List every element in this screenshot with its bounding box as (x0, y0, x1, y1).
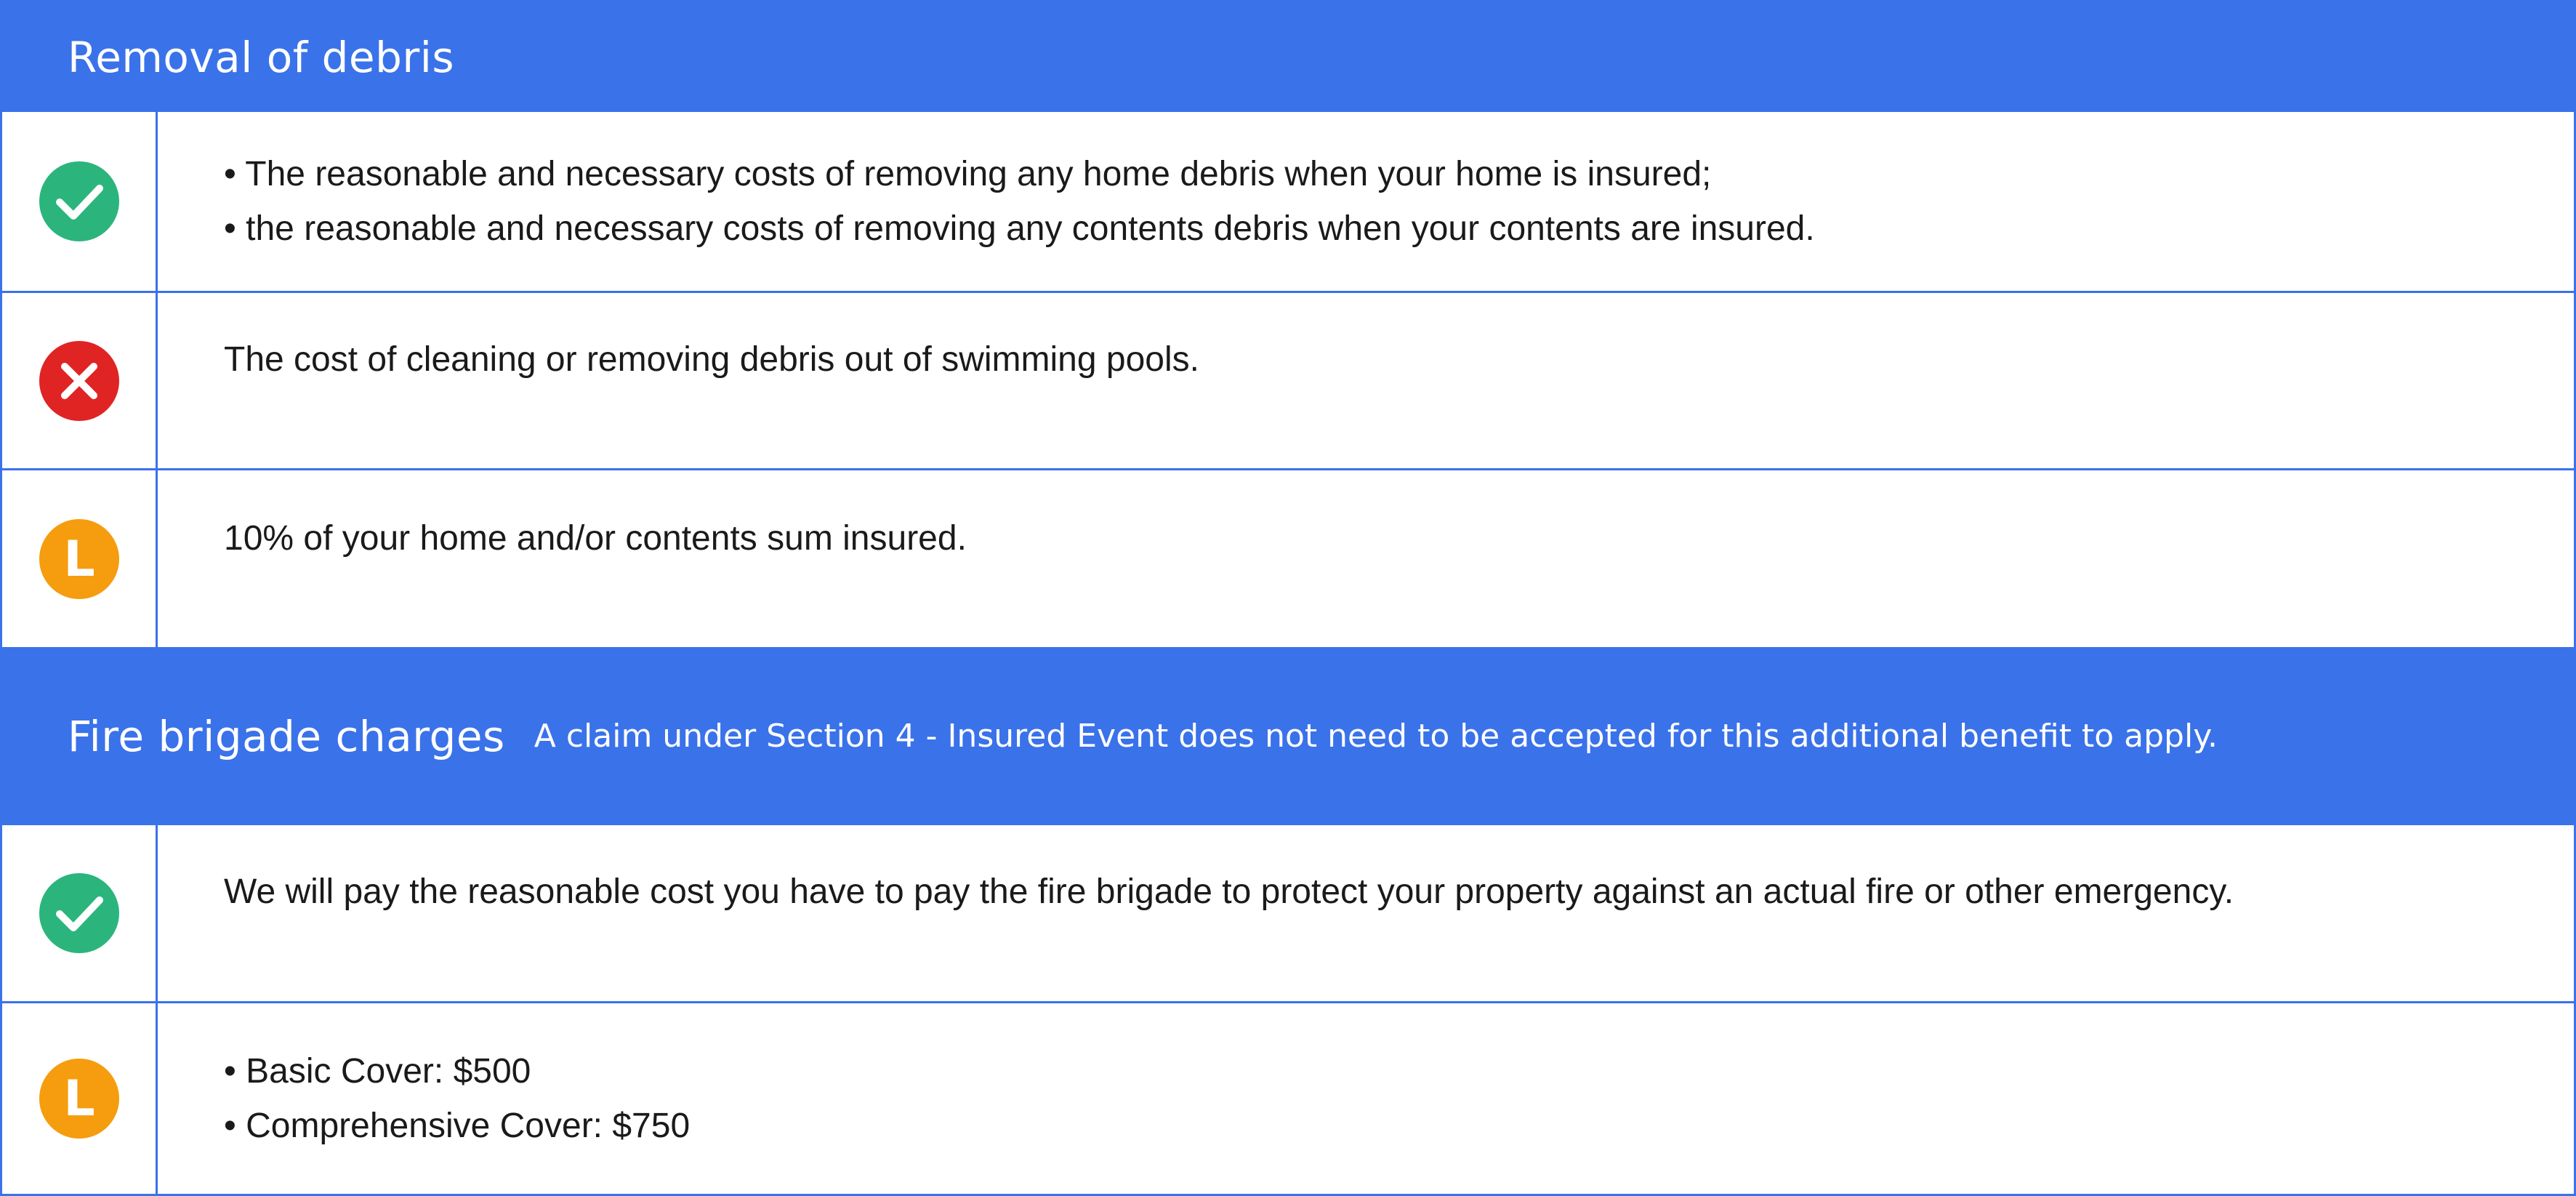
icon-cell (2, 825, 158, 1001)
limit-icon-letter: L (63, 531, 94, 588)
bullet-item: • Basic Cover: $500 (224, 1052, 531, 1091)
row-text-line: The cost of cleaning or removing debris … (224, 340, 1199, 379)
row-text: We will pay the reasonable cost you have… (224, 825, 2545, 1001)
row-text: The cost of cleaning or removing debris … (224, 293, 2545, 468)
limit-icon: L (39, 518, 119, 599)
row-text-line: We will pay the reasonable cost you have… (224, 872, 2234, 911)
section-header-removal-of-debris: Removal of debris (2, 3, 2574, 112)
limit-icon-letter: L (63, 1070, 94, 1128)
table-row-limit: L 10% of your home and/or contents sum i… (2, 468, 2574, 647)
check-icon-circle (39, 873, 119, 953)
row-text: • Basic Cover: $500 • Comprehensive Cove… (224, 1003, 2545, 1194)
bullet-item: • the reasonable and necessary costs of … (224, 209, 1815, 248)
row-text: 10% of your home and/or contents sum ins… (224, 470, 2545, 647)
cross-icon (39, 340, 119, 421)
limit-icon: L (39, 1059, 119, 1139)
check-icon (39, 161, 119, 241)
check-icon-circle (39, 161, 119, 241)
table-row-not-covered: The cost of cleaning or removing debris … (2, 291, 2574, 468)
cover-table: Removal of debris • The reasonable and n… (0, 0, 2576, 1196)
icon-cell (2, 293, 158, 468)
bullet-item: • Comprehensive Cover: $750 (224, 1107, 691, 1145)
table-row-limit: L • Basic Cover: $500 • Comprehensive Co… (2, 1001, 2574, 1194)
row-text: • The reasonable and necessary costs of … (224, 112, 2545, 291)
table-row-covered: • The reasonable and necessary costs of … (2, 112, 2574, 291)
check-icon (39, 873, 119, 953)
icon-cell (2, 112, 158, 291)
icon-cell: L (2, 1003, 158, 1194)
section-header-fire-brigade-charges: Fire brigade charges A claim under Secti… (2, 647, 2574, 825)
table-row-covered: We will pay the reasonable cost you have… (2, 825, 2574, 1001)
section-title: Fire brigade charges (68, 711, 505, 761)
section-title: Removal of debris (68, 33, 455, 82)
bullet-item: • The reasonable and necessary costs of … (224, 155, 1712, 193)
section-note: A claim under Section 4 - Insured Event … (534, 718, 2218, 755)
row-text-line: 10% of your home and/or contents sum ins… (224, 519, 967, 558)
icon-cell: L (2, 470, 158, 647)
